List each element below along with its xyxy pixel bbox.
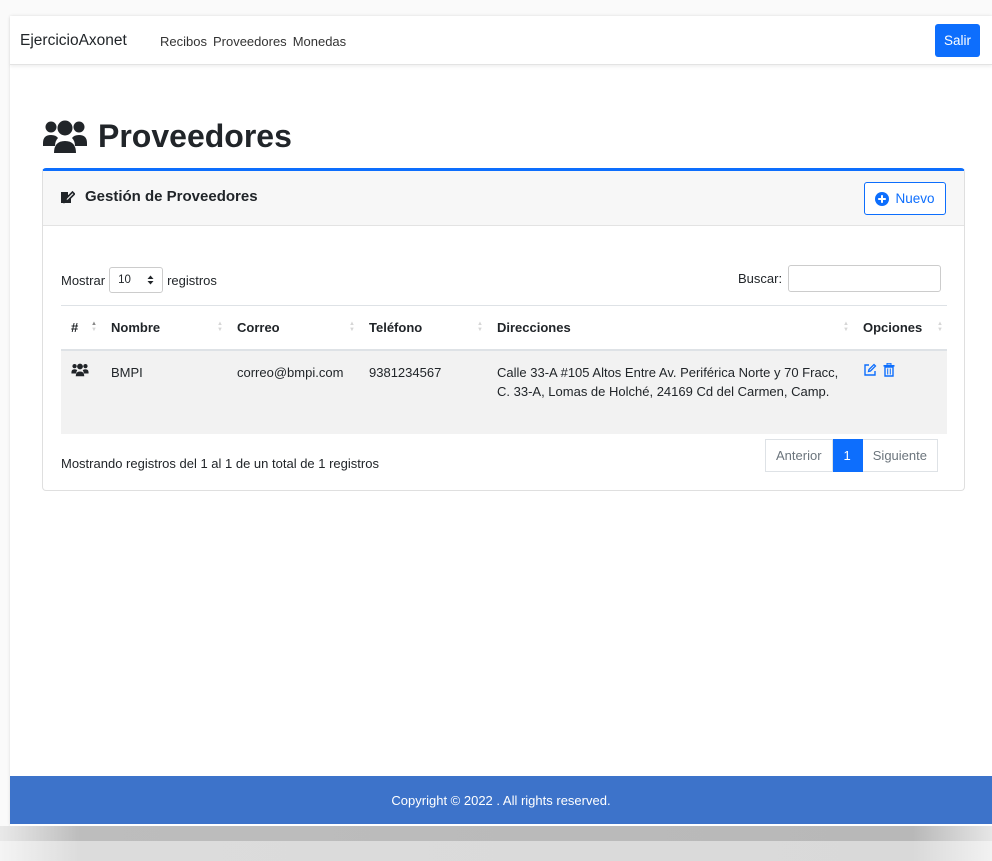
nav-link-monedas[interactable]: Monedas bbox=[293, 34, 346, 49]
suppliers-card: Gestión de Proveedores Nuevo Mostrar 10 bbox=[42, 168, 965, 491]
column-header-label: # bbox=[71, 319, 79, 335]
sort-icon: ▲ ▼ bbox=[217, 321, 223, 333]
sort-icon: ▲ ▼ bbox=[91, 321, 97, 333]
page-title-text: Proveedores bbox=[98, 118, 292, 154]
column-header-nombre[interactable]: Nombre ▲ ▼ bbox=[101, 305, 227, 351]
cell-telefono: 9381234567 bbox=[359, 349, 487, 434]
column-header-label: Nombre bbox=[111, 319, 161, 335]
brand-link[interactable]: EjercicioAxonet bbox=[20, 32, 127, 50]
pagination: Anterior 1 Siguiente bbox=[765, 439, 938, 472]
column-header-label: Opciones bbox=[863, 319, 923, 335]
search-label: Buscar: bbox=[738, 271, 783, 286]
page-length-value: 10 bbox=[118, 274, 131, 286]
cell-direccion: Calle 33-A #105 Altos Entre Av. Periféri… bbox=[487, 349, 853, 434]
new-supplier-label: Nuevo bbox=[895, 191, 935, 206]
pagination-next[interactable]: Siguiente bbox=[862, 439, 938, 472]
records-label: registros bbox=[167, 272, 217, 288]
window-bottom-shadow-light bbox=[0, 841, 992, 861]
select-arrows-icon bbox=[147, 275, 154, 285]
pagination-previous[interactable]: Anterior bbox=[765, 439, 833, 472]
column-header-id[interactable]: # ▲ ▼ bbox=[61, 305, 101, 351]
show-label: Mostrar bbox=[61, 272, 106, 288]
sort-icon: ▲ ▼ bbox=[843, 321, 849, 333]
page-container: EjercicioAxonet Recibos Proveedores Mone… bbox=[10, 16, 992, 826]
cell-opciones bbox=[853, 349, 947, 434]
edit-document-icon bbox=[59, 189, 75, 205]
table-info: Mostrando registros del 1 al 1 de un tot… bbox=[61, 456, 379, 471]
sort-icon: ▲ ▼ bbox=[937, 321, 943, 333]
top-navbar: EjercicioAxonet Recibos Proveedores Mone… bbox=[10, 16, 992, 65]
cell-correo: correo@bmpi.com bbox=[227, 349, 359, 434]
card-header: Gestión de Proveedores Nuevo bbox=[43, 171, 964, 226]
cell-nombre: BMPI bbox=[101, 349, 227, 434]
column-header-label: Direcciones bbox=[497, 319, 571, 335]
plus-circle-icon bbox=[875, 191, 890, 206]
card-title-text: Gestión de Proveedores bbox=[85, 188, 258, 205]
footer: Copyright © 2022 . All rights reserved. bbox=[10, 776, 992, 824]
nav-link-proveedores[interactable]: Proveedores bbox=[213, 34, 287, 49]
users-icon bbox=[42, 119, 88, 155]
nav-links: Recibos Proveedores Monedas bbox=[160, 34, 346, 49]
suppliers-table: # ▲▼ Nombre ▲▼ Correo ▲▼ Teléfono ▲▼ bbox=[61, 305, 947, 434]
search-input[interactable] bbox=[788, 265, 942, 292]
card-title: Gestión de Proveedores bbox=[59, 188, 258, 205]
column-header-telefono[interactable]: Teléfono ▲ ▼ bbox=[359, 305, 487, 351]
column-header-correo[interactable]: Correo ▲ ▼ bbox=[227, 305, 359, 351]
nav-link-recibos[interactable]: Recibos bbox=[160, 34, 207, 49]
new-supplier-button[interactable]: Nuevo bbox=[864, 182, 946, 215]
column-header-opciones[interactable]: Opciones ▲ ▼ bbox=[853, 305, 947, 351]
page-title: Proveedores bbox=[42, 118, 292, 155]
column-header-label: Correo bbox=[237, 319, 280, 335]
column-header-label: Teléfono bbox=[369, 319, 423, 335]
sort-icon: ▲ ▼ bbox=[349, 321, 355, 333]
page-length-select[interactable]: 10 bbox=[109, 267, 164, 293]
users-icon bbox=[71, 363, 91, 377]
column-header-direcciones[interactable]: Direcciones ▲ ▼ bbox=[487, 305, 853, 351]
pagination-page-1[interactable]: 1 bbox=[832, 439, 863, 472]
sort-icon: ▲ ▼ bbox=[477, 321, 483, 333]
copyright-text: Copyright © 2022 . All rights reserved. bbox=[391, 792, 611, 808]
search-control: Buscar: bbox=[738, 265, 942, 292]
edit-icon[interactable] bbox=[863, 363, 877, 377]
page-length-control: Mostrar 10 registros bbox=[61, 267, 217, 293]
table-header-row: # ▲▼ Nombre ▲▼ Correo ▲▼ Teléfono ▲▼ bbox=[61, 305, 947, 351]
trash-icon[interactable] bbox=[883, 362, 895, 377]
table-row: BMPI correo@bmpi.com 9381234567 Calle 33… bbox=[61, 349, 947, 434]
logout-button[interactable]: Salir bbox=[935, 24, 980, 57]
row-icon-cell bbox=[61, 349, 101, 434]
